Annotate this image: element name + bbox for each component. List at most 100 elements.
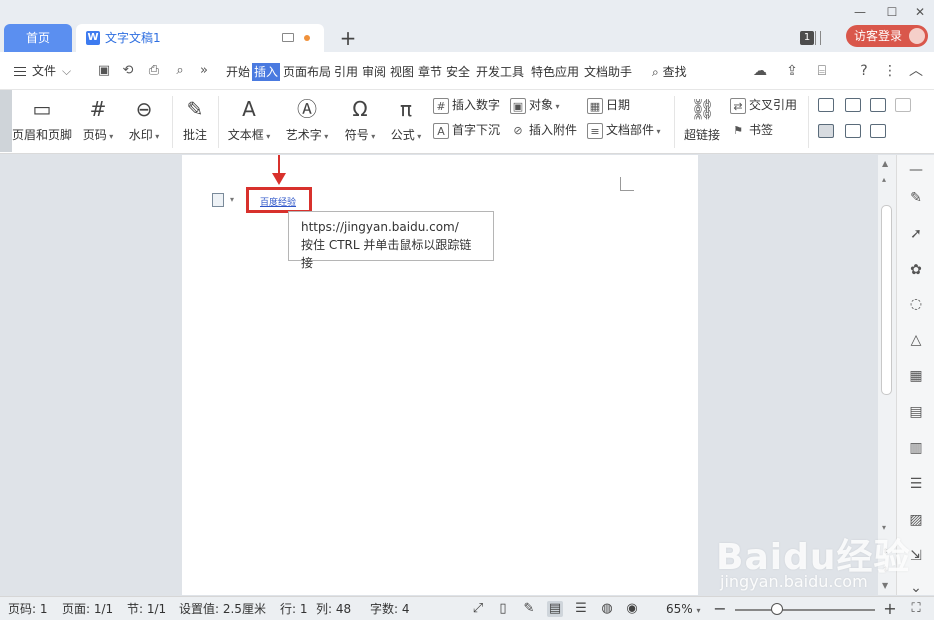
date-button[interactable]: ▦ 日期 [587,96,630,114]
chevron-down-icon[interactable]: ▾ [230,195,234,204]
insert-attachment-label: 插入附件 [529,123,578,137]
hyperlink-button[interactable]: ⛓ 超链接 [680,92,724,143]
object-button[interactable]: ▣ 对象 ▾ [510,96,560,116]
scroll-up-icon[interactable]: ▲ [882,159,888,168]
fullscreen-icon[interactable]: ⤢ [470,601,486,617]
panel-collapse-icon[interactable]: — [907,161,925,179]
object-icon: ▣ [510,97,526,114]
cross-reference-button[interactable]: ⇄ 交叉引用 [730,96,797,114]
more-options-icon[interactable]: ⋮ [882,63,898,79]
status-word-count[interactable]: 字数: 4 [370,601,410,617]
fit-window-icon[interactable]: ⛶ [908,601,924,617]
status-section[interactable]: 节: 1/1 [127,601,166,617]
scrollbar-thumb[interactable] [881,205,892,395]
maximize-icon[interactable]: ☐ [884,4,900,20]
tab-review[interactable]: 审阅 [362,63,386,81]
drop-cap-button[interactable]: A 首字下沉 [433,121,500,139]
header-footer-button[interactable]: ▭ 页眉和页脚 [10,92,74,143]
status-setting-value[interactable]: 设置值: 2.5厘米 [179,601,266,617]
save-icon[interactable]: ▣ [96,63,112,79]
formula-button[interactable]: π 公式 ▾ [386,92,426,143]
scroll-up-small-icon[interactable]: ▴ [882,175,886,184]
text-box-button[interactable]: A 文本框 ▾ [224,92,274,143]
status-row[interactable]: 行: 1 [280,601,308,617]
tab-special-apps[interactable]: 特色应用 [531,63,579,81]
write-mode-icon[interactable]: ✎ [521,601,537,617]
watermark-button[interactable]: ⊖ 水印 ▾ [124,92,164,143]
chart-icon[interactable]: ▥ [907,439,925,457]
text-effects-icon[interactable]: △ [907,331,925,349]
grid-apps-icon[interactable]: ▤ [907,403,925,421]
tab-security[interactable]: 安全 [446,63,470,81]
cloud-sync-icon[interactable]: ☁ [752,63,768,79]
tab-references[interactable]: 引用 [334,63,358,81]
design-mode-icon[interactable] [818,124,834,138]
web-view-icon[interactable]: ◍ [599,601,615,617]
status-page-number[interactable]: 页码: 1 [8,601,48,617]
symbol-button[interactable]: Ω 符号 ▾ [340,92,380,143]
tab-page-layout[interactable]: 页面布局 [283,63,331,81]
omega-icon: Ω [352,97,368,121]
more-chevron-icon[interactable]: » [196,63,212,79]
tab-home[interactable]: 首页 [4,24,72,52]
tab-document[interactable]: W 文字文稿1 [76,24,324,52]
doc-parts-button[interactable]: ≡ 文档部件 ▾ [587,121,661,141]
notification-badge[interactable]: 1 [800,31,814,45]
zoom-slider-track[interactable] [735,609,875,611]
form-checkbox-icon[interactable] [845,98,861,112]
word-art-button[interactable]: Ⓐ 艺术字 ▾ [282,92,332,143]
tab-start[interactable]: 开始 [226,63,250,81]
doc-parts-label: 文档部件 [606,123,655,137]
status-column[interactable]: 列: 48 [316,601,351,617]
tab-view[interactable]: 视图 [390,63,414,81]
format-painter-icon[interactable]: ⟲ [120,63,136,79]
file-menu[interactable]: 文件 ⌵ [14,62,71,79]
settings-sliders-icon[interactable]: ☰ [907,475,925,493]
form-refresh-icon[interactable] [845,124,861,138]
tab-insert[interactable]: 插入 [252,63,281,81]
form-textfield-icon[interactable] [818,98,834,112]
monitor-icon[interactable] [282,33,294,42]
share-icon[interactable]: ⇪ [784,63,800,79]
status-pages[interactable]: 页面: 1/1 [62,601,113,617]
guest-login-button[interactable]: 访客登录 [846,25,928,47]
new-tab-button[interactable]: + [338,26,358,50]
tools-icon[interactable]: ⌸ [814,63,830,79]
insert-attachment-button[interactable]: ⊘ 插入附件 [510,121,577,139]
minimize-icon[interactable]: — [852,4,868,20]
help-icon[interactable]: ? [856,63,872,79]
form-dropdown-icon[interactable] [895,98,911,112]
collapse-ribbon-icon[interactable]: ︿ [908,63,924,79]
outline-view-icon[interactable]: ☰ [573,601,589,617]
document-hyperlink[interactable]: 百度经验 [260,195,296,208]
shapes-icon[interactable]: ◌ [907,295,925,313]
form-protect-icon[interactable] [870,124,886,138]
tab-document-label: 文字文稿1 [105,31,161,45]
zoom-slider-handle[interactable] [771,603,783,615]
page-view-icon[interactable]: ▤ [547,601,563,617]
table-icon[interactable]: ▦ [907,367,925,385]
read-mode-icon[interactable]: ▯ [495,601,511,617]
eye-protect-icon[interactable]: ◉ [624,601,640,617]
select-cursor-icon[interactable]: ➚ [907,225,925,243]
bookmark-button[interactable]: ⚑ 书签 [730,121,773,139]
edit-pen-icon[interactable]: ✎ [907,189,925,207]
tab-chapter[interactable]: 章节 [418,63,442,81]
tab-developer[interactable]: 开发工具 [476,63,524,81]
tab-doc-assistant[interactable]: 文档助手 [584,63,632,81]
paste-options-icon[interactable] [212,193,224,207]
search-button[interactable]: ⌕ 查找 [652,63,687,81]
document-page[interactable]: ▾ 百度经验 https://jingyan.baidu.com/ 按住 CTR… [182,155,698,595]
zoom-in-icon[interactable]: + [882,601,898,617]
zoom-level[interactable]: 65% ▾ [666,601,701,619]
word-art-label: 艺术字 [285,128,322,142]
page-number-button[interactable]: # 页码 ▾ [78,92,118,143]
close-icon[interactable]: ✕ [912,4,928,20]
print-preview-icon[interactable]: ⌕ [172,63,188,79]
insert-number-button[interactable]: # 插入数字 [433,96,500,114]
zoom-out-icon[interactable]: − [712,601,728,617]
form-list-icon[interactable] [870,98,886,112]
style-icon[interactable]: ✿ [907,261,925,279]
print-icon[interactable]: ⎙ [146,63,162,79]
comment-button[interactable]: ✎ 批注 [178,92,212,143]
